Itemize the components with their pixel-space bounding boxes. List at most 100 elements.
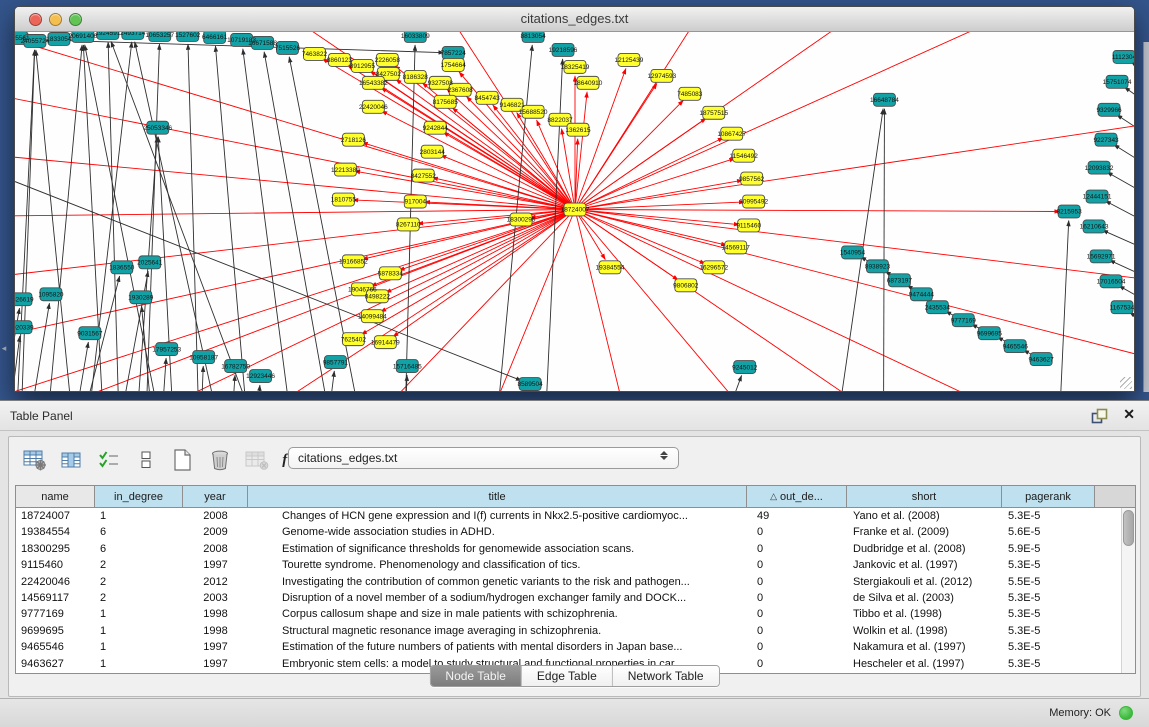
tab-edge-table[interactable]: Edge Table [522, 666, 613, 686]
select-all-icon[interactable] [95, 447, 122, 473]
column-header-year[interactable]: year [183, 486, 248, 507]
table-cell-title[interactable]: Genome-wide association studies in ADHD. [248, 524, 747, 540]
graph-edge[interactable] [25, 303, 49, 391]
table-cell-name[interactable]: 19384554 [16, 524, 95, 540]
graph-edge[interactable] [15, 210, 575, 391]
graph-edge[interactable] [1124, 87, 1134, 122]
table-cell-pagerank[interactable]: 5.3E-5 [1002, 606, 1095, 622]
table-cell-short[interactable]: Yano et al. (2008) [847, 508, 1002, 524]
graph-edge[interactable] [15, 210, 575, 282]
column-header-out-de-[interactable]: △out_de... [747, 486, 847, 507]
graph-edge[interactable] [15, 182, 522, 381]
graph-edge[interactable] [883, 109, 884, 391]
graph-edge[interactable] [324, 371, 334, 391]
graph-edge[interactable] [575, 210, 1134, 282]
table-cell-short[interactable]: Wolkin et al. (1998) [847, 623, 1002, 639]
panel-collapse-arrow-icon[interactable]: ◂ [0, 341, 8, 355]
table-cell-title[interactable]: Estimation of significance thresholds fo… [248, 541, 747, 557]
graph-edge[interactable] [1117, 115, 1134, 152]
table-cell-short[interactable]: Tibbo et al. (1998) [847, 606, 1002, 622]
graph-edge[interactable] [575, 158, 735, 209]
rows-icon[interactable] [132, 447, 159, 473]
table-cell-year[interactable]: 2008 [183, 541, 248, 557]
table-cell-short[interactable]: Hescheler et al. (1997) [847, 656, 1002, 672]
table-cell-pagerank[interactable]: 5.3E-5 [1002, 557, 1095, 573]
graph-edge[interactable] [111, 41, 265, 391]
table-cell-short[interactable]: Jankovic et al. (1997) [847, 557, 1002, 573]
table-cell-title[interactable]: Changes of HCN gene expression and I(f) … [248, 508, 747, 524]
graph-edge[interactable] [575, 210, 1060, 212]
table-cell-title[interactable]: Estimation of the future numbers of pati… [248, 639, 747, 655]
graph-edge[interactable] [394, 66, 575, 210]
table-cell-title[interactable]: Tourette syndrome. Phenomenology and cla… [248, 557, 747, 573]
float-window-icon[interactable] [1091, 408, 1109, 425]
graph-edge[interactable] [160, 358, 166, 391]
table-cell-in-degree[interactable]: 1 [95, 508, 183, 524]
table-row[interactable]: 969969511998Structural magnetic resonanc… [16, 623, 1135, 639]
table-mode-icon[interactable] [21, 447, 48, 473]
table-cell-out-de-[interactable]: 0 [747, 606, 847, 622]
table-cell-pagerank[interactable]: 5.6E-5 [1002, 524, 1095, 540]
graph-edge[interactable] [108, 42, 120, 391]
tab-network-table[interactable]: Network Table [613, 666, 719, 686]
table-cell-in-degree[interactable]: 2 [95, 557, 183, 573]
table-cell-in-degree[interactable]: 2 [95, 574, 183, 590]
table-cell-in-degree[interactable]: 1 [95, 606, 183, 622]
table-cell-out-de-[interactable]: 0 [747, 590, 847, 606]
table-cell-pagerank[interactable]: 5.3E-5 [1002, 656, 1095, 672]
table-cell-out-de-[interactable]: 0 [747, 524, 847, 540]
table-row[interactable]: 1830029562008Estimation of significance … [16, 541, 1135, 557]
graph-edge[interactable] [70, 342, 88, 391]
table-cell-title[interactable]: Investigating the contribution of common… [248, 574, 747, 590]
close-icon[interactable]: ✕ [1123, 406, 1135, 423]
table-cell-year[interactable]: 1998 [183, 623, 248, 639]
table-cell-out-de-[interactable]: 0 [747, 541, 847, 557]
scrollbar-thumb[interactable] [1123, 510, 1134, 546]
graph-edge[interactable] [230, 375, 235, 391]
table-row[interactable]: 2242004622012Investigating the contribut… [16, 574, 1135, 590]
graph-edge[interactable] [200, 366, 204, 391]
column-header-pagerank[interactable]: pagerank [1002, 486, 1095, 507]
table-cell-name[interactable]: 9465546 [16, 639, 95, 655]
graph-edge[interactable] [264, 52, 334, 391]
column-header-short[interactable]: short [847, 486, 1002, 507]
table-cell-out-de-[interactable]: 0 [747, 656, 847, 672]
graph-edge[interactable] [45, 45, 82, 391]
graph-edge[interactable] [474, 210, 575, 391]
table-cell-year[interactable]: 1998 [183, 606, 248, 622]
table-cell-name[interactable]: 18300295 [16, 541, 95, 557]
table-cell-year[interactable]: 2003 [183, 590, 248, 606]
table-cell-pagerank[interactable]: 5.3E-5 [1002, 508, 1095, 524]
table-cell-pagerank[interactable]: 5.3E-5 [1002, 639, 1095, 655]
table-cell-year[interactable]: 1997 [183, 656, 248, 672]
table-cell-in-degree[interactable]: 1 [95, 656, 183, 672]
table-row[interactable]: 1872400712008Changes of HCN gene express… [16, 508, 1135, 524]
table-cell-year[interactable]: 2009 [183, 524, 248, 540]
table-cell-title[interactable]: Structural magnetic resonance image aver… [248, 623, 747, 639]
table-row[interactable]: 1938455462009Genome-wide association stu… [16, 524, 1135, 540]
graph-edge[interactable] [1114, 144, 1134, 181]
graph-edge[interactable] [15, 210, 575, 217]
table-cell-in-degree[interactable]: 1 [95, 639, 183, 655]
graph-edge[interactable] [215, 46, 249, 391]
table-cell-title[interactable]: Corpus callosum shape and size in male p… [248, 606, 747, 622]
table-cell-short[interactable]: Franke et al. (2009) [847, 524, 1002, 540]
table-cell-out-de-[interactable]: 0 [747, 639, 847, 655]
table-cell-pagerank[interactable]: 5.5E-5 [1002, 574, 1095, 590]
table-cell-out-de-[interactable]: 0 [747, 623, 847, 639]
graph-edge[interactable] [135, 42, 225, 391]
graph-edge[interactable] [714, 375, 742, 391]
table-cell-short[interactable]: de Silva et al. (2003) [847, 590, 1002, 606]
table-cell-name[interactable]: 9115460 [16, 557, 95, 573]
graph-edge[interactable] [575, 210, 1043, 391]
table-cell-in-degree[interactable]: 6 [95, 541, 183, 557]
graph-edge[interactable] [15, 50, 35, 391]
network-window-titlebar[interactable]: citations_edges.txt [15, 7, 1134, 32]
table-cell-short[interactable]: Stergiakouli et al. (2012) [847, 574, 1002, 590]
graph-edge[interactable] [1105, 201, 1134, 237]
column-header-in-degree[interactable]: in_degree [95, 486, 183, 507]
column-header-title[interactable]: title [248, 486, 747, 507]
table-cell-pagerank[interactable]: 5.9E-5 [1002, 541, 1095, 557]
graph-edge[interactable] [1131, 62, 1134, 92]
table-cell-short[interactable]: Nakamura et al. (1997) [847, 639, 1002, 655]
